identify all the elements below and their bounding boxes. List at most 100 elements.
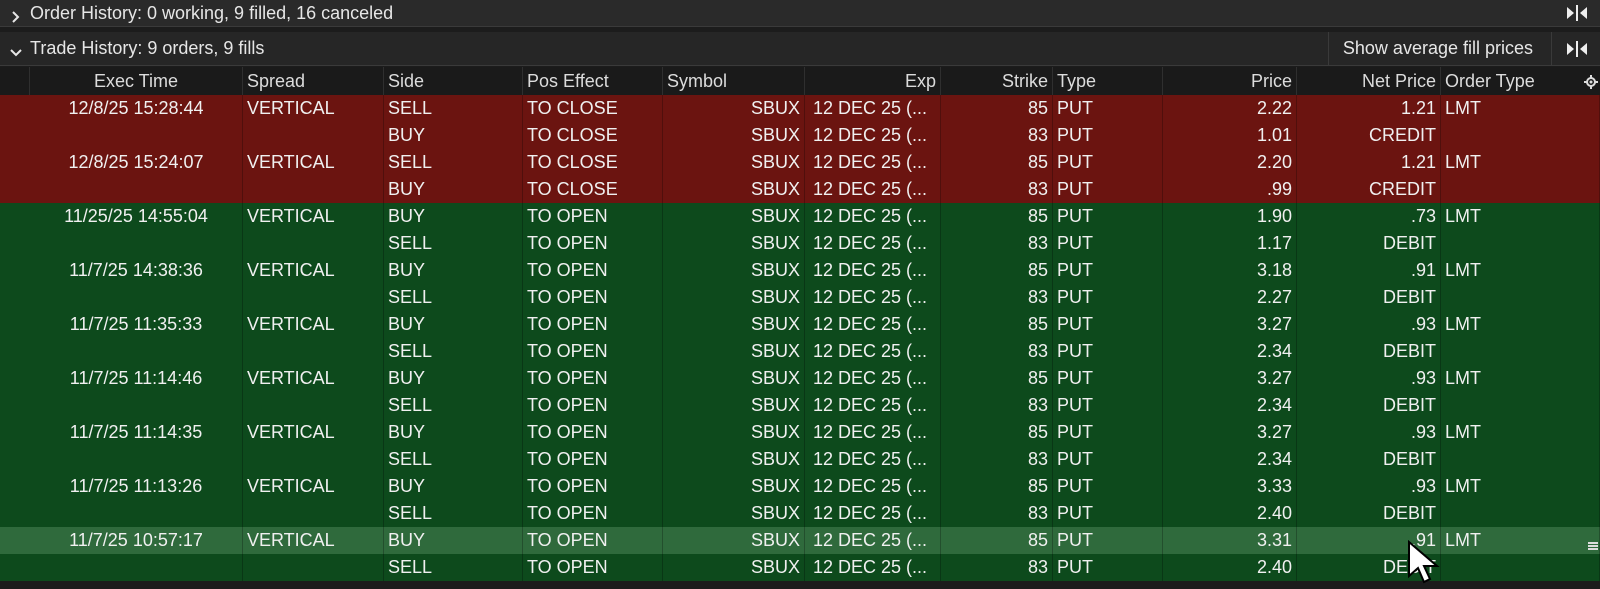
side-cell: BUY bbox=[384, 203, 523, 230]
column-header-order-type[interactable]: Order Type bbox=[1441, 67, 1600, 95]
table-row[interactable]: SELL TO OPEN SBUX 12 DEC 25 (... 83 PUT 1.17 DE… bbox=[0, 230, 1600, 257]
net-price-cell: DEBIT bbox=[1297, 500, 1441, 527]
show-average-fill-prices-button[interactable]: Show average fill prices bbox=[1327, 32, 1552, 65]
pos-effect-cell: TO OPEN bbox=[523, 203, 663, 230]
strike-cell: 83 bbox=[941, 122, 1053, 149]
spread-cell: VERTICAL bbox=[243, 95, 384, 122]
spread-cell bbox=[243, 392, 384, 419]
side-cell: SELL bbox=[384, 500, 523, 527]
column-header-exp[interactable]: Exp bbox=[805, 67, 941, 95]
table-row[interactable]: SELL TO OPEN SBUX 12 DEC 25 (... 83 PUT 2.34 DE… bbox=[0, 338, 1600, 365]
pos-effect-cell: TO CLOSE bbox=[523, 176, 663, 203]
table-row[interactable]: SELL TO OPEN SBUX 12 DEC 25 (... 83 PUT 2.34 DE… bbox=[0, 392, 1600, 419]
table-row[interactable]: 11/25/25 14:55:04 VERTICAL BUY TO OPEN SBUX 1… bbox=[0, 203, 1600, 230]
symbol-cell: SBUX bbox=[663, 554, 805, 581]
order-type-cell: LMT bbox=[1441, 365, 1600, 392]
exec-time-cell bbox=[30, 338, 243, 365]
type-cell: PUT bbox=[1053, 176, 1163, 203]
table-row[interactable]: 11/7/25 11:14:46 VERTICAL BUY TO OPEN SBUX 12… bbox=[0, 365, 1600, 392]
gear-icon[interactable] bbox=[1584, 73, 1598, 89]
symbol-cell: SBUX bbox=[663, 473, 805, 500]
exp-cell: 12 DEC 25 (... bbox=[805, 95, 941, 122]
exec-time-cell bbox=[30, 446, 243, 473]
order-type-cell bbox=[1441, 392, 1600, 419]
type-cell: PUT bbox=[1053, 419, 1163, 446]
type-cell: PUT bbox=[1053, 554, 1163, 581]
net-price-cell: DEBIT bbox=[1297, 338, 1441, 365]
order-history-bar[interactable]: Order History: 0 working, 9 filled, 16 c… bbox=[0, 0, 1600, 27]
order-type-cell: LMT bbox=[1441, 149, 1600, 176]
column-header-spread[interactable]: Spread bbox=[243, 67, 384, 95]
table-row[interactable]: BUY TO CLOSE SBUX 12 DEC 25 (... 83 PUT 1.01 CR… bbox=[0, 122, 1600, 149]
order-type-cell bbox=[1441, 338, 1600, 365]
strike-cell: 85 bbox=[941, 473, 1053, 500]
side-cell: BUY bbox=[384, 527, 523, 554]
type-cell: PUT bbox=[1053, 149, 1163, 176]
price-cell: 1.90 bbox=[1163, 203, 1297, 230]
column-header-price[interactable]: Price bbox=[1163, 67, 1297, 95]
type-cell: PUT bbox=[1053, 527, 1163, 554]
chevron-down-icon[interactable] bbox=[10, 43, 22, 56]
column-header-type[interactable]: Type bbox=[1053, 67, 1163, 95]
row-menu-icon[interactable] bbox=[1588, 535, 1598, 550]
order-type-cell: LMT bbox=[1441, 203, 1600, 230]
order-type-cell bbox=[1441, 230, 1600, 257]
pos-effect-cell: TO OPEN bbox=[523, 419, 663, 446]
table-row[interactable]: 11/7/25 14:38:36 VERTICAL BUY TO OPEN SBUX 12… bbox=[0, 257, 1600, 284]
type-cell: PUT bbox=[1053, 446, 1163, 473]
exec-time-cell bbox=[30, 500, 243, 527]
side-cell: BUY bbox=[384, 365, 523, 392]
price-cell: .99 bbox=[1163, 176, 1297, 203]
type-cell: PUT bbox=[1053, 500, 1163, 527]
table-row[interactable]: 11/7/25 11:13:26 VERTICAL BUY TO OPEN SBUX 12… bbox=[0, 473, 1600, 500]
type-cell: PUT bbox=[1053, 257, 1163, 284]
price-cell: 3.27 bbox=[1163, 365, 1297, 392]
type-cell: PUT bbox=[1053, 311, 1163, 338]
table-row[interactable]: 11/7/25 11:35:33 VERTICAL BUY TO OPEN SBUX 12… bbox=[0, 311, 1600, 338]
strike-cell: 83 bbox=[941, 446, 1053, 473]
exec-time-cell bbox=[30, 284, 243, 311]
net-price-cell: DEBIT bbox=[1297, 446, 1441, 473]
table-row[interactable]: 12/8/25 15:28:44 VERTICAL SELL TO CLOSE SBUX… bbox=[0, 95, 1600, 122]
order-history-title: Order History: 0 working, 9 filled, 16 c… bbox=[30, 2, 394, 23]
spread-cell bbox=[243, 500, 384, 527]
strike-cell: 85 bbox=[941, 311, 1053, 338]
trade-history-bar[interactable]: Trade History: 9 orders, 9 fills Show av… bbox=[0, 32, 1600, 66]
table-row[interactable]: SELL TO OPEN SBUX 12 DEC 25 (... 83 PUT 2.27 DE… bbox=[0, 284, 1600, 311]
net-price-cell: .73 bbox=[1297, 203, 1441, 230]
type-cell: PUT bbox=[1053, 338, 1163, 365]
table-row[interactable]: BUY TO CLOSE SBUX 12 DEC 25 (... 83 PUT .99 CRE… bbox=[0, 176, 1600, 203]
exp-cell: 12 DEC 25 (... bbox=[805, 392, 941, 419]
exec-time-cell bbox=[30, 122, 243, 149]
collapse-panel-icon[interactable] bbox=[1566, 40, 1588, 58]
table-row[interactable]: 11/7/25 11:14:35 VERTICAL BUY TO OPEN SBUX 12… bbox=[0, 419, 1600, 446]
net-price-cell: CREDIT bbox=[1297, 176, 1441, 203]
chevron-right-icon[interactable] bbox=[10, 7, 22, 23]
type-cell: PUT bbox=[1053, 230, 1163, 257]
column-header-symbol[interactable]: Symbol bbox=[663, 67, 805, 95]
column-header-strike[interactable]: Strike bbox=[941, 67, 1053, 95]
exp-cell: 12 DEC 25 (... bbox=[805, 446, 941, 473]
collapse-panel-icon[interactable] bbox=[1566, 4, 1588, 22]
table-row[interactable]: 12/8/25 15:24:07 VERTICAL SELL TO CLOSE SBUX… bbox=[0, 149, 1600, 176]
price-cell: 3.27 bbox=[1163, 311, 1297, 338]
symbol-cell: SBUX bbox=[663, 527, 805, 554]
table-row[interactable]: SELL TO OPEN SBUX 12 DEC 25 (... 83 PUT 2.34 DE… bbox=[0, 446, 1600, 473]
table-row[interactable]: 11/7/25 10:57:17 VERTICAL BUY TO OPEN SBUX 12… bbox=[0, 527, 1600, 554]
price-cell: 2.34 bbox=[1163, 392, 1297, 419]
order-type-cell bbox=[1441, 554, 1600, 581]
side-cell: SELL bbox=[384, 230, 523, 257]
column-header-exec-time[interactable]: Exec Time bbox=[30, 67, 243, 95]
table-row[interactable]: SELLTO OPENSBUX12 DEC 25 (...83PUT2.40DE… bbox=[0, 500, 1600, 527]
column-header-side[interactable]: Side bbox=[384, 67, 523, 95]
column-header-pos-effect[interactable]: Pos Effect bbox=[523, 67, 663, 95]
exp-cell: 12 DEC 25 (... bbox=[805, 473, 941, 500]
strike-cell: 85 bbox=[941, 527, 1053, 554]
spread-cell bbox=[243, 230, 384, 257]
side-cell: SELL bbox=[384, 95, 523, 122]
column-header-net-price[interactable]: Net Price bbox=[1297, 67, 1441, 95]
price-cell: 2.20 bbox=[1163, 149, 1297, 176]
table-row[interactable]: SELLTO OPENSBUX12 DEC 25 (...83PUT2.40DE… bbox=[0, 554, 1600, 581]
strike-cell: 83 bbox=[941, 554, 1053, 581]
symbol-cell: SBUX bbox=[663, 392, 805, 419]
